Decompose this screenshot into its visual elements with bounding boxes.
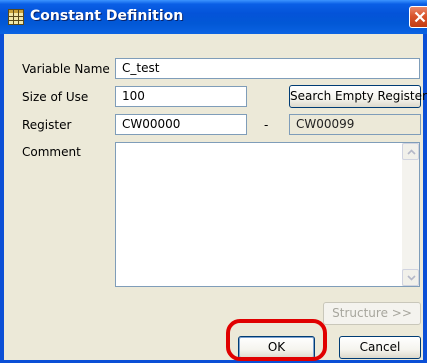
- register-end-field: CW00099: [289, 114, 421, 135]
- window-title: Constant Definition: [30, 8, 184, 24]
- constant-definition-dialog: Constant Definition Variable Name C_test…: [0, 0, 427, 363]
- ok-button[interactable]: OK: [238, 336, 315, 359]
- variable-name-label: Variable Name: [22, 62, 110, 76]
- chevron-up-icon: [407, 149, 416, 155]
- size-of-use-label: Size of Use: [22, 90, 89, 104]
- comment-label: Comment: [22, 145, 81, 159]
- comment-textarea[interactable]: [115, 142, 420, 287]
- register-range-separator: -: [264, 118, 269, 132]
- cancel-button[interactable]: Cancel: [339, 336, 421, 359]
- title-bar[interactable]: Constant Definition: [0, 0, 427, 34]
- window-frame-left: [0, 34, 4, 363]
- search-empty-register-button[interactable]: Search Empty Register: [289, 85, 427, 108]
- close-icon: [414, 11, 426, 23]
- chevron-down-icon: [407, 275, 416, 281]
- scroll-down-button[interactable]: [402, 269, 419, 286]
- window-frame-right: [423, 34, 427, 363]
- close-button[interactable]: [409, 6, 427, 28]
- register-label: Register: [22, 118, 72, 132]
- size-of-use-field[interactable]: 100: [115, 86, 247, 107]
- structure-button[interactable]: Structure >>: [323, 302, 421, 325]
- comment-scrollbar[interactable]: [402, 143, 419, 286]
- variable-name-field[interactable]: C_test: [115, 58, 420, 79]
- scroll-up-button[interactable]: [402, 143, 419, 160]
- table-grid-icon: [8, 9, 24, 25]
- register-start-field[interactable]: CW00000: [115, 114, 247, 135]
